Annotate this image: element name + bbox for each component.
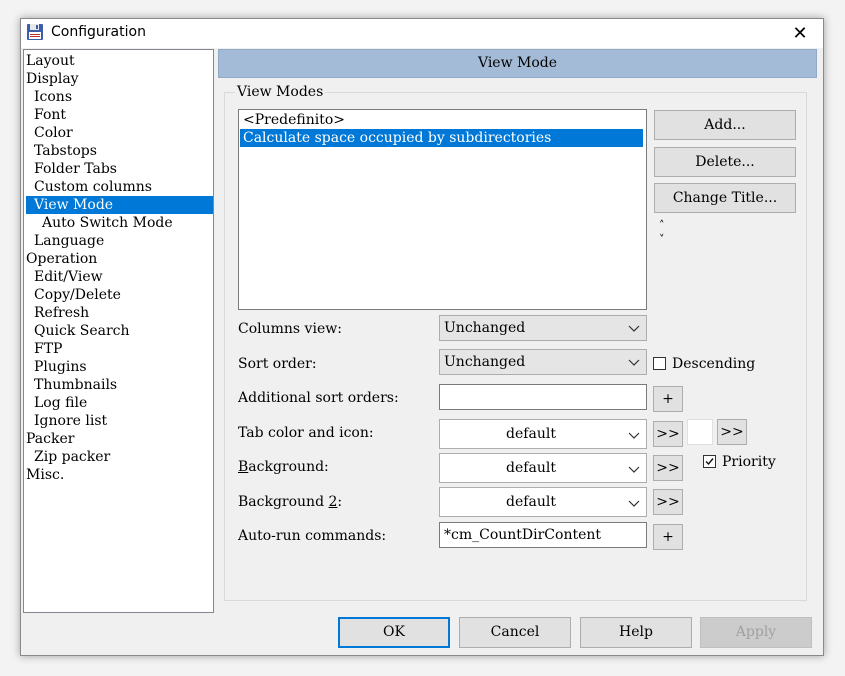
list-item[interactable]: <Predefinito> (240, 111, 643, 129)
tree-item-icons[interactable]: Icons (34, 88, 76, 106)
cancel-button[interactable]: Cancel (459, 617, 571, 648)
autorun-input[interactable]: *cm_CountDirContent (439, 522, 647, 548)
tree-item-language[interactable]: Language (34, 232, 108, 250)
columns-view-value: Unchanged (444, 320, 526, 336)
chevron-down-icon (628, 325, 640, 332)
descending-checkbox[interactable] (653, 357, 666, 370)
columns-view-label: Columns view: (238, 321, 342, 337)
tree-item-ignore-list[interactable]: Ignore list (34, 412, 111, 430)
chevron-down-icon (628, 500, 640, 507)
background-select[interactable]: default (439, 453, 647, 483)
background2-select[interactable]: default (439, 487, 647, 517)
chevron-down-icon (628, 466, 640, 473)
additional-sort-input[interactable] (439, 384, 647, 410)
tab-icon-more-button[interactable]: >> (717, 419, 747, 445)
add-button[interactable]: Add... (654, 110, 796, 140)
tab-icon-preview (687, 419, 713, 445)
tree-item-folder-tabs[interactable]: Folder Tabs (34, 160, 121, 178)
autorun-label: Auto-run commands: (238, 528, 387, 544)
background-value: default (506, 460, 556, 476)
tree-item-auto-switch-mode[interactable]: Auto Switch Mode (42, 214, 177, 232)
delete-button[interactable]: Delete... (654, 147, 796, 177)
window-title: Configuration (51, 24, 146, 40)
background2-label: Background 2: (238, 494, 343, 510)
tree-item-misc[interactable]: Misc. (26, 466, 68, 484)
sort-order-label: Sort order: (238, 356, 317, 372)
priority-label: Priority (722, 454, 776, 470)
panel-header: View Mode (218, 49, 817, 78)
view-modes-list[interactable]: <Predefinito> Calculate space occupied b… (238, 109, 647, 310)
tree-item-tabstops[interactable]: Tabstops (34, 142, 101, 160)
additional-sort-label: Additional sort orders: (238, 390, 399, 406)
priority-checkbox[interactable] (703, 455, 716, 468)
move-up-icon[interactable]: ˄ (659, 219, 669, 233)
tab-color-label: Tab color and icon: (238, 425, 374, 441)
sort-order-select[interactable]: Unchanged (439, 349, 647, 375)
checkmark-icon (705, 458, 714, 466)
change-title-button[interactable]: Change Title... (654, 183, 796, 213)
title-bar: Configuration ✕ (21, 19, 823, 48)
tree-item-font[interactable]: Font (34, 106, 70, 124)
move-down-icon[interactable]: ˅ (659, 233, 669, 247)
reorder-arrows[interactable]: ˄ ˅ (659, 219, 669, 247)
view-modes-group-label: View Modes (235, 84, 326, 100)
chevron-down-icon (628, 432, 640, 439)
background2-value: default (506, 494, 556, 510)
close-button[interactable]: ✕ (777, 19, 823, 48)
list-item[interactable]: Calculate space occupied by subdirectori… (240, 129, 643, 147)
background-more-button[interactable]: >> (653, 455, 683, 481)
close-icon: ✕ (792, 23, 808, 44)
tree-item-edit-view[interactable]: Edit/View (34, 268, 107, 286)
background2-more-button[interactable]: >> (653, 489, 683, 515)
tree-item-display[interactable]: Display (26, 70, 83, 88)
tab-color-select[interactable]: default (439, 419, 647, 449)
tree-item-color[interactable]: Color (34, 124, 77, 142)
tree-item-log-file[interactable]: Log file (34, 394, 91, 412)
autorun-add-button[interactable]: + (653, 524, 683, 550)
tab-color-value: default (506, 426, 556, 442)
additional-sort-add-button[interactable]: + (653, 386, 683, 412)
columns-view-select[interactable]: Unchanged (439, 315, 647, 341)
tab-color-more-button[interactable]: >> (653, 421, 683, 447)
chevron-down-icon (628, 359, 640, 366)
apply-button: Apply (700, 617, 812, 648)
tree-item-packer[interactable]: Packer (26, 430, 78, 448)
tree-item-view-mode[interactable]: View Mode (26, 196, 213, 214)
tree-item-plugins[interactable]: Plugins (34, 358, 91, 376)
tree-item-layout[interactable]: Layout (26, 52, 79, 70)
sort-order-value: Unchanged (444, 354, 526, 370)
help-button[interactable]: Help (580, 617, 692, 648)
tree-item-copy-delete[interactable]: Copy/Delete (34, 286, 125, 304)
tree-item-thumbnails[interactable]: Thumbnails (34, 376, 121, 394)
tree-item-custom-columns[interactable]: Custom columns (34, 178, 156, 196)
descending-label: Descending (672, 356, 756, 372)
tree-item-quick-search[interactable]: Quick Search (34, 322, 134, 340)
ok-button[interactable]: OK (338, 617, 450, 648)
tree-item-zip-packer[interactable]: Zip packer (34, 448, 114, 466)
tree-item-refresh[interactable]: Refresh (34, 304, 93, 322)
app-floppy-icon (27, 24, 43, 40)
tree-item-ftp[interactable]: FTP (34, 340, 66, 358)
settings-tree[interactable]: Layout Display Icons Font Color Tabstops… (23, 49, 214, 613)
tree-item-operation[interactable]: Operation (26, 250, 101, 268)
background-label: Background: (238, 459, 329, 475)
